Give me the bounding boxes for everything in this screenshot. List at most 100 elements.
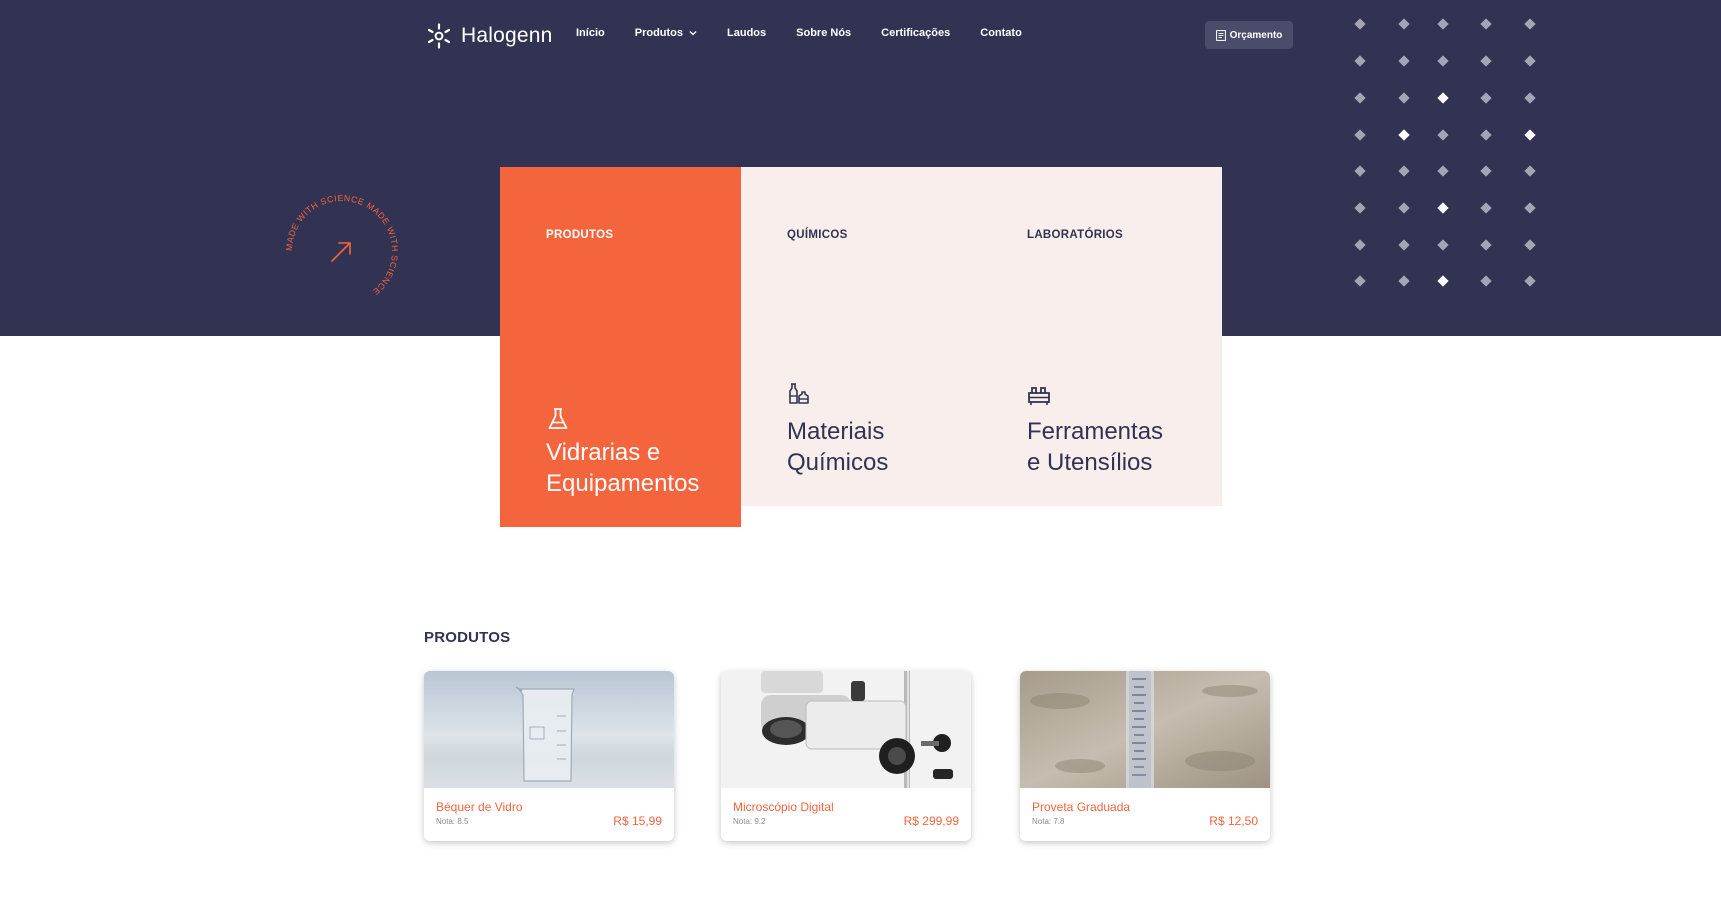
- made-with-science-badge: MADE WITH SCIENCE MADE WITH SCIENCE: [284, 193, 400, 297]
- decorative-diamond: [1524, 275, 1536, 287]
- decorative-diamond: [1437, 239, 1449, 251]
- category-title-line: Materiais: [787, 418, 885, 445]
- nav-item-label: Início: [576, 27, 605, 39]
- decorative-diamond: [1524, 202, 1536, 214]
- brand-logo[interactable]: Halogenn: [425, 22, 553, 50]
- category-card-laboratorios[interactable]: LABORATÓRIOS Ferramentas e Utensílios: [981, 167, 1221, 506]
- microscope-photo: [721, 671, 971, 788]
- decorative-diamond: [1524, 129, 1536, 141]
- decorative-diamond: [1398, 239, 1410, 251]
- category-title-line: e Utensílios: [1027, 449, 1153, 476]
- decorative-diamond: [1480, 202, 1492, 214]
- product-price: R$ 12,50: [1209, 814, 1258, 828]
- chevron-down-icon: [689, 31, 697, 36]
- bottles-icon: [789, 383, 809, 404]
- products-heading: PRODUTOS: [424, 629, 511, 646]
- decorative-diamond: [1480, 165, 1492, 177]
- product-card[interactable]: Proveta Graduada Nota: 7.8 R$ 12,50: [1020, 671, 1270, 841]
- product-card[interactable]: Microscópio Digital Nota: 9.2 R$ 299,99: [721, 671, 971, 841]
- decorative-diamond: [1480, 18, 1492, 30]
- arrow-up-right-icon: [331, 242, 351, 262]
- product-rating: Nota: 7.8: [1032, 817, 1065, 826]
- decorative-diamond: [1480, 92, 1492, 104]
- nav-item-label: Contato: [980, 27, 1022, 39]
- quote-button-label: Orçamento: [1229, 29, 1283, 41]
- category-card-quimicos[interactable]: QUÍMICOS Materiais Químicos: [741, 167, 981, 506]
- lab-tools-icon: [1028, 387, 1050, 405]
- decorative-diamond: [1398, 55, 1410, 67]
- nav-item-label: Sobre Nós: [796, 27, 852, 39]
- decorative-diamond: [1354, 165, 1366, 177]
- decorative-diamond: [1480, 55, 1492, 67]
- nav-item-certificacoes[interactable]: Certificações: [881, 27, 950, 39]
- halogenn-logo-icon: [427, 23, 451, 49]
- decorative-diamond: [1480, 275, 1492, 287]
- decorative-diamond: [1354, 239, 1366, 251]
- category-card-produtos[interactable]: PRODUTOS Vidrarias e Equipamentos: [500, 167, 741, 527]
- nav-item-label: Produtos: [634, 27, 684, 39]
- decorative-diamond: [1437, 55, 1449, 67]
- decorative-diamond: [1437, 18, 1449, 30]
- decorative-diamond: [1354, 129, 1366, 141]
- product-name: Microscópio Digital: [733, 800, 834, 814]
- decorative-diamond: [1398, 165, 1410, 177]
- nav-item-label: Certificações: [881, 27, 951, 39]
- product-price: R$ 299,99: [903, 814, 959, 828]
- document-icon: [1215, 29, 1226, 41]
- decorative-diamond: [1437, 275, 1449, 287]
- decorative-diamond: [1524, 165, 1536, 177]
- category-label: LABORATÓRIOS: [1027, 229, 1124, 241]
- category-panel: QUÍMICOS Materiais Químicos LABORATÓRIOS: [741, 167, 1222, 506]
- product-rating: Nota: 9.2: [733, 817, 766, 826]
- category-title: Vidrarias e Equipamentos: [546, 437, 699, 499]
- category-title: Materiais Químicos: [787, 416, 888, 478]
- flask-icon: [548, 408, 568, 429]
- decorative-diamond: [1480, 129, 1492, 141]
- decorative-diamond: [1398, 92, 1410, 104]
- decorative-diamond: [1437, 129, 1449, 141]
- decorative-diamond: [1398, 275, 1410, 287]
- decorative-diamond: [1354, 275, 1366, 287]
- decorative-diamond: [1524, 18, 1536, 30]
- nav-item-laudos[interactable]: Laudos: [727, 27, 766, 39]
- quote-button[interactable]: Orçamento: [1205, 21, 1293, 49]
- product-rating: Nota: 8.5: [436, 817, 469, 826]
- product-name: Proveta Graduada: [1032, 800, 1131, 814]
- decorative-diamond: [1354, 202, 1366, 214]
- decorative-diamond: [1437, 165, 1449, 177]
- decorative-diamond: [1480, 239, 1492, 251]
- decorative-diamond: [1437, 92, 1449, 104]
- category-title-line: Químicos: [787, 449, 889, 476]
- category-title-line: Ferramentas: [1027, 418, 1164, 445]
- page: Halogenn Início Produtos Laudos Sobre Nó…: [0, 0, 1721, 919]
- category-label: PRODUTOS: [546, 229, 614, 241]
- badge-text: MADE WITH SCIENCE MADE WITH SCIENCE: [284, 193, 400, 297]
- decorative-diamond: [1524, 239, 1536, 251]
- category-label: QUÍMICOS: [787, 229, 848, 241]
- nav-item-inicio[interactable]: Início: [576, 27, 605, 39]
- product-name: Béquer de Vidro: [436, 800, 523, 814]
- decorative-diamond: [1398, 202, 1410, 214]
- decorative-diamond: [1437, 202, 1449, 214]
- product-card[interactable]: Béquer de Vidro Nota: 8.5 R$ 15,99: [424, 671, 674, 841]
- nav-item-produtos[interactable]: Produtos: [635, 27, 697, 39]
- nav-item-contato[interactable]: Contato: [980, 27, 1022, 39]
- category-title-line: Equipamentos: [546, 470, 700, 497]
- decorative-diamond: [1398, 18, 1410, 30]
- nav-item-sobre-nos[interactable]: Sobre Nós: [796, 27, 851, 39]
- decorative-diamond: [1398, 129, 1410, 141]
- product-price: R$ 15,99: [613, 814, 662, 828]
- beaker-photo: [424, 671, 674, 788]
- decorative-diamond: [1354, 18, 1366, 30]
- svg-text:MADE WITH SCIENCE MADE WITH SC: MADE WITH SCIENCE MADE WITH SCIENCE: [284, 193, 400, 297]
- nav-item-label: Laudos: [727, 27, 767, 39]
- decorative-diamond: [1524, 55, 1536, 67]
- brand-name: Halogenn: [461, 24, 553, 47]
- decorative-diamond: [1354, 55, 1366, 67]
- category-title: Ferramentas e Utensílios: [1027, 416, 1163, 478]
- decorative-diamond: [1524, 92, 1536, 104]
- main-nav: Início Produtos Laudos Sobre Nós Certifi…: [576, 27, 1052, 39]
- decorative-diamond: [1354, 92, 1366, 104]
- graduated-cylinder-photo: [1020, 671, 1270, 788]
- category-title-line: Vidrarias e: [546, 439, 661, 466]
